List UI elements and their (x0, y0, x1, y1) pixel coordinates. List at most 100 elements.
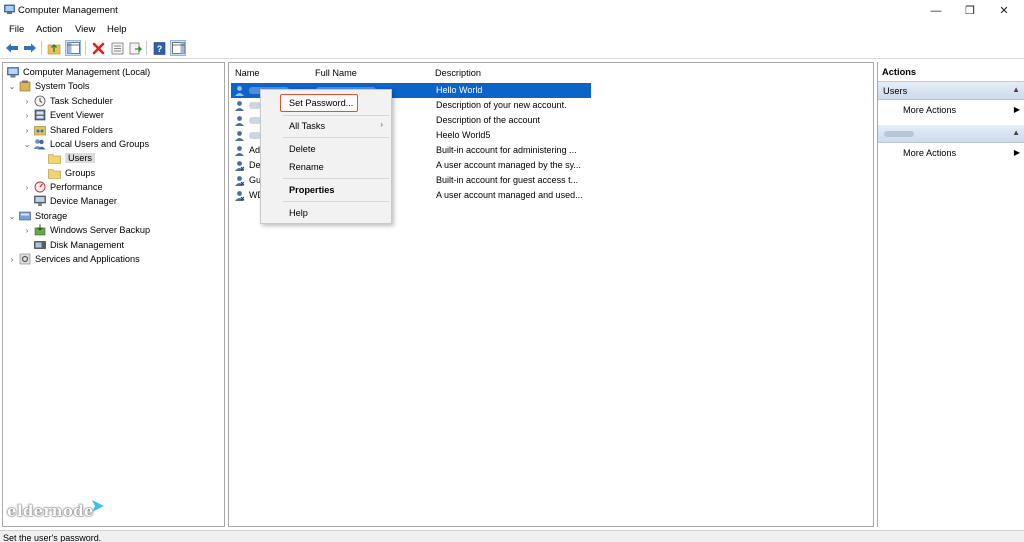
tree-item-services-apps[interactable]: › Services and Applications (8, 252, 140, 266)
user-icon (235, 161, 245, 171)
more-actions-users[interactable]: More Actions (903, 105, 956, 115)
tree-label: Performance (50, 182, 103, 192)
column-header-description[interactable]: Description (435, 68, 481, 78)
actions-section-selected-user[interactable]: ▲ (878, 125, 1024, 143)
menu-help[interactable]: Help (107, 24, 127, 35)
menu-separator (283, 115, 389, 116)
chevron-down-icon[interactable]: ⌄ (23, 140, 31, 149)
menu-item-properties[interactable]: Properties (289, 185, 334, 195)
toolbar-separator (146, 41, 147, 55)
chevron-right-icon[interactable]: › (23, 111, 31, 120)
user-icon (235, 131, 244, 141)
tree-label: Shared Folders (50, 125, 113, 135)
tree-label: Groups (65, 168, 96, 178)
more-actions-selected-user[interactable]: More Actions (903, 148, 956, 158)
up-folder-icon[interactable] (46, 40, 62, 56)
tree-item-local-users-groups[interactable]: ⌄ Local Users and Groups (23, 137, 149, 151)
title-bar: Computer Management — ❐ ✕ (0, 0, 1024, 21)
delete-icon[interactable] (90, 40, 106, 56)
row-description: A user account managed and used... (436, 190, 583, 200)
menu-view[interactable]: View (75, 24, 95, 35)
show-hide-tree-icon[interactable] (65, 40, 81, 56)
disk-management-icon (33, 239, 46, 251)
tree-item-computer-management[interactable]: Computer Management (Local) (6, 65, 150, 79)
tree-label: Computer Management (Local) (23, 67, 151, 77)
menu-file[interactable]: File (9, 24, 24, 35)
chevron-right-icon[interactable]: › (23, 97, 31, 106)
row-description: Description of the account (436, 115, 541, 125)
clock-icon (33, 95, 46, 107)
tree-label: Services and Applications (35, 254, 140, 264)
menu-item-help[interactable]: Help (289, 208, 308, 218)
performance-icon (33, 181, 46, 193)
export-list-icon[interactable] (127, 40, 143, 56)
submenu-arrow-icon: ▶ (1013, 105, 1020, 114)
menu-action[interactable]: Action (36, 24, 62, 35)
menu-item-all-tasks[interactable]: All Tasks (289, 121, 325, 131)
logo-text: eldernode (7, 502, 94, 520)
collapse-caret-icon[interactable]: ▲ (1012, 128, 1020, 137)
user-icon (235, 146, 244, 156)
row-description: A user account managed by the sy... (436, 160, 581, 170)
tree-item-shared-folders[interactable]: › Shared Folders (23, 123, 113, 137)
row-description: Built-in account for guest access t... (436, 175, 579, 185)
tree-item-users[interactable]: Users (48, 151, 95, 165)
svg-text:?: ? (156, 44, 162, 54)
tree-item-performance[interactable]: › Performance (23, 180, 103, 194)
row-description: Heelo World5 (436, 130, 491, 140)
menu-item-delete[interactable]: Delete (289, 144, 316, 154)
menu-item-rename[interactable]: Rename (289, 162, 324, 172)
chevron-right-icon[interactable]: › (23, 226, 31, 235)
status-bar: Set the user's password. (0, 530, 1024, 542)
restore-button[interactable]: ❐ (953, 0, 987, 21)
tree-item-disk-management[interactable]: Disk Management (33, 238, 124, 252)
section-label: Users (883, 86, 908, 96)
close-button[interactable]: ✕ (987, 0, 1021, 21)
tree-label: Local Users and Groups (50, 139, 150, 149)
chevron-down-icon[interactable]: ⌄ (8, 82, 16, 91)
back-arrow-icon[interactable] (4, 40, 20, 56)
tree-item-system-tools[interactable]: ⌄ System Tools (8, 79, 89, 93)
chevron-down-icon[interactable]: ⌄ (8, 212, 16, 221)
logo-arrow-icon (91, 500, 104, 512)
forward-arrow-icon[interactable] (22, 40, 38, 56)
toolbar-separator (41, 41, 42, 55)
chevron-right-icon[interactable]: › (23, 126, 31, 135)
navigation-tree: Computer Management (Local) ⌄ System Too… (2, 62, 225, 527)
tree-item-event-viewer[interactable]: › Event Viewer (23, 108, 104, 122)
column-header-full-name[interactable]: Full Name (315, 68, 357, 78)
eldernode-logo: eldernode (7, 499, 105, 523)
collapse-caret-icon[interactable]: ▲ (1012, 85, 1020, 94)
actions-section-users[interactable]: Users ▲ (878, 82, 1024, 100)
toolbar-separator (85, 41, 86, 55)
properties-icon[interactable] (109, 40, 125, 56)
minimize-button[interactable]: — (919, 0, 953, 21)
chevron-right-icon[interactable]: › (23, 183, 31, 192)
window-title: Computer Management (18, 5, 118, 16)
user-icon (235, 116, 244, 126)
tree-item-groups[interactable]: Groups (48, 166, 95, 180)
toolbar: ? (0, 37, 1024, 59)
help-icon[interactable]: ? (151, 40, 167, 56)
redacted-section-label (884, 131, 914, 137)
column-header-name[interactable]: Name (235, 68, 260, 78)
tree-item-device-manager[interactable]: Device Manager (33, 194, 117, 208)
action-pane-icon[interactable] (170, 40, 186, 56)
menu-item-set-password[interactable]: Set Password... (289, 98, 353, 108)
tree-item-windows-server-backup[interactable]: › Windows Server Backup (23, 223, 150, 237)
tree-label: System Tools (35, 81, 90, 91)
computer-management-icon (6, 66, 19, 78)
tree-item-task-scheduler[interactable]: › Task Scheduler (23, 94, 113, 108)
chevron-right-icon[interactable]: › (8, 255, 16, 264)
user-icon (235, 191, 245, 201)
tree-item-storage[interactable]: ⌄ Storage (8, 209, 68, 223)
services-icon (18, 253, 31, 265)
chevron-right-icon: › (380, 120, 383, 129)
menu-separator (283, 178, 389, 179)
tree-label: Disk Management (50, 240, 125, 250)
user-icon (235, 101, 244, 111)
submenu-arrow-icon: ▶ (1013, 148, 1020, 157)
actions-title: Actions (878, 62, 1024, 82)
tree-label: Storage (35, 211, 68, 221)
tree-label: Users (65, 153, 95, 163)
